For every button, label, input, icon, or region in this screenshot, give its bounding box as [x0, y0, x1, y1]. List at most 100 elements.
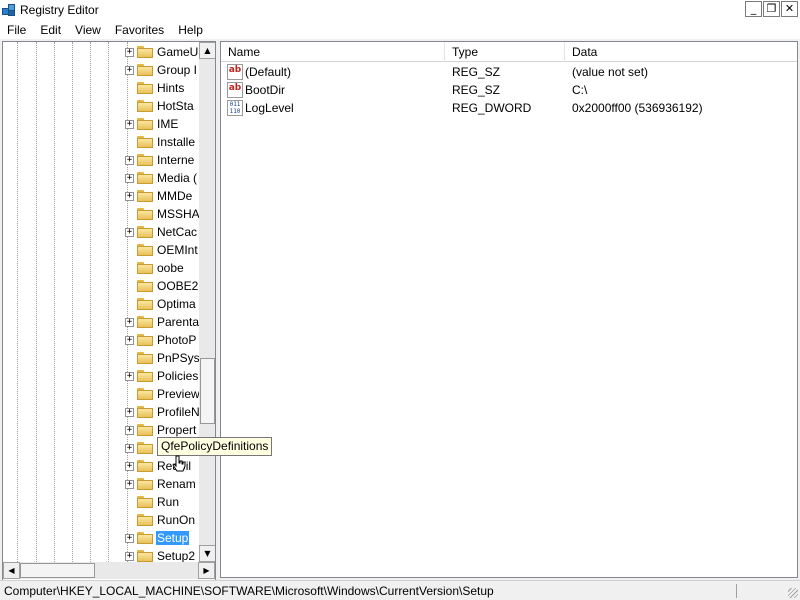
- tree-vertical-scrollbar[interactable]: ▲ ▼: [199, 42, 215, 562]
- menu-help[interactable]: Help: [171, 23, 210, 37]
- title-bar[interactable]: Registry Editor _ ❐ ✕: [0, 0, 800, 20]
- menu-view[interactable]: View: [68, 23, 108, 37]
- folder-icon: [137, 208, 153, 220]
- column-header-name[interactable]: Name: [221, 42, 445, 62]
- value-name: LogLevel: [245, 101, 294, 115]
- expand-icon[interactable]: +: [125, 461, 134, 471]
- tree-item[interactable]: MSSHA: [123, 205, 201, 223]
- tree-item[interactable]: + PhotoP: [123, 331, 197, 349]
- value-type: REG_SZ: [452, 65, 501, 79]
- folder-icon: [137, 478, 153, 490]
- tree-item[interactable]: Run: [123, 493, 180, 511]
- expand-icon[interactable]: +: [125, 479, 134, 489]
- expand-icon[interactable]: +: [125, 335, 134, 345]
- tree-item-label: MSSHA: [157, 207, 200, 221]
- list-row[interactable]: 011 110 LogLevel REG_DWORD 0x2000ff00 (5…: [221, 99, 797, 117]
- restore-button[interactable]: ❐: [763, 1, 780, 17]
- registry-tree[interactable]: + GameU + Group I Hints HotSta + IME Installe + In…: [2, 41, 216, 599]
- menu-edit[interactable]: Edit: [33, 23, 68, 37]
- tree-item-label: Optima: [157, 297, 196, 311]
- expand-icon[interactable]: +: [125, 47, 134, 57]
- expand-icon[interactable]: +: [125, 533, 134, 543]
- list-row[interactable]: ab (Default) REG_SZ (value not set): [221, 63, 797, 81]
- tree-item[interactable]: Optima: [123, 295, 197, 313]
- tree-item-label: Parenta: [157, 315, 200, 329]
- tree-item[interactable]: + Parenta: [123, 313, 200, 331]
- expand-icon[interactable]: +: [125, 119, 134, 129]
- tree-item[interactable]: Installe: [123, 133, 196, 151]
- scrollbar-thumb[interactable]: [200, 358, 215, 424]
- expand-icon[interactable]: +: [125, 407, 134, 417]
- close-button[interactable]: ✕: [781, 1, 798, 17]
- tree-item[interactable]: + IME: [123, 115, 179, 133]
- scroll-left-button[interactable]: ◀: [3, 562, 20, 579]
- tree-item[interactable]: PnPSys: [123, 349, 201, 367]
- folder-icon: [137, 406, 153, 418]
- expand-icon[interactable]: +: [125, 65, 134, 75]
- key-path: Computer\HKEY_LOCAL_MACHINE\SOFTWARE\Mic…: [4, 584, 494, 598]
- menu-file[interactable]: File: [0, 23, 33, 37]
- tree-item[interactable]: + Setup: [123, 529, 190, 547]
- tree-item-label: OEMInt: [157, 243, 198, 257]
- expand-icon[interactable]: +: [125, 551, 134, 561]
- value-type: REG_DWORD: [452, 101, 532, 115]
- folder-icon: [137, 100, 153, 112]
- values-list[interactable]: Name Type Data ab (Default) REG_SZ (valu…: [220, 41, 798, 578]
- value-name: (Default): [245, 65, 292, 79]
- tree-item[interactable]: Hints: [123, 79, 185, 97]
- folder-icon: [137, 460, 153, 472]
- tree-item[interactable]: + Policies: [123, 367, 199, 385]
- folder-icon: [137, 82, 153, 94]
- tree-lines: [3, 42, 133, 562]
- scroll-up-button[interactable]: ▲: [199, 42, 215, 59]
- expand-icon[interactable]: +: [125, 155, 134, 165]
- list-row[interactable]: ab BootDir REG_SZ C:\: [221, 81, 797, 99]
- tree-item-label: Propert: [157, 423, 197, 437]
- tree-item-label: GameU: [157, 45, 199, 59]
- tree-item-label: Renam: [157, 477, 196, 491]
- expand-icon[interactable]: +: [125, 371, 134, 381]
- tree-item[interactable]: + Renam: [123, 475, 197, 493]
- tree-item-label: Run: [157, 495, 180, 509]
- tree-item[interactable]: RunOn: [123, 511, 196, 529]
- tree-item-label: IME: [157, 117, 179, 131]
- tree-item[interactable]: Preview: [123, 385, 201, 403]
- expand-icon[interactable]: +: [125, 425, 134, 435]
- tree-item[interactable]: HotSta: [123, 97, 195, 115]
- expand-icon[interactable]: +: [125, 191, 134, 201]
- resize-grip-icon[interactable]: [788, 588, 798, 598]
- menu-favorites[interactable]: Favorites: [108, 23, 171, 37]
- tree-item[interactable]: + NetCac: [123, 223, 198, 241]
- folder-icon: [137, 316, 153, 328]
- column-header-type[interactable]: Type: [445, 42, 565, 62]
- tree-item[interactable]: OOBE2: [123, 277, 199, 295]
- tree-item[interactable]: + Interne: [123, 151, 195, 169]
- tree-horizontal-scrollbar[interactable]: ◀ ▶: [3, 562, 215, 579]
- tree-item[interactable]: + Media (: [123, 169, 198, 187]
- folder-icon: [137, 298, 153, 310]
- tree-item-label: NetCac: [157, 225, 198, 239]
- expand-icon[interactable]: +: [125, 443, 134, 453]
- folder-icon: [137, 46, 153, 58]
- tree-item-label: Policies: [157, 369, 199, 383]
- minimize-button[interactable]: _: [745, 1, 762, 17]
- tree-item-label: Media (: [157, 171, 198, 185]
- expand-icon[interactable]: +: [125, 227, 134, 237]
- expand-icon[interactable]: +: [125, 173, 134, 183]
- folder-icon: [137, 154, 153, 166]
- scroll-down-button[interactable]: ▼: [199, 545, 215, 562]
- horizontal-scrollbar-thumb[interactable]: [20, 563, 95, 578]
- tree-item[interactable]: + Group I: [123, 61, 198, 79]
- expand-icon[interactable]: +: [125, 317, 134, 327]
- dword-value-icon: 011 110: [227, 100, 243, 116]
- tree-item[interactable]: + ProfileN: [123, 403, 201, 421]
- tree-item[interactable]: + GameU: [123, 43, 199, 61]
- tree-item[interactable]: oobe: [123, 259, 185, 277]
- folder-icon: [137, 424, 153, 436]
- column-header-data[interactable]: Data: [565, 42, 797, 62]
- tree-item-label: Preview: [157, 387, 200, 401]
- tree-item[interactable]: OEMInt: [123, 241, 199, 259]
- scroll-right-button[interactable]: ▶: [198, 562, 215, 579]
- tree-item[interactable]: + MMDe: [123, 187, 193, 205]
- tree-item-label: PnPSys: [157, 351, 200, 365]
